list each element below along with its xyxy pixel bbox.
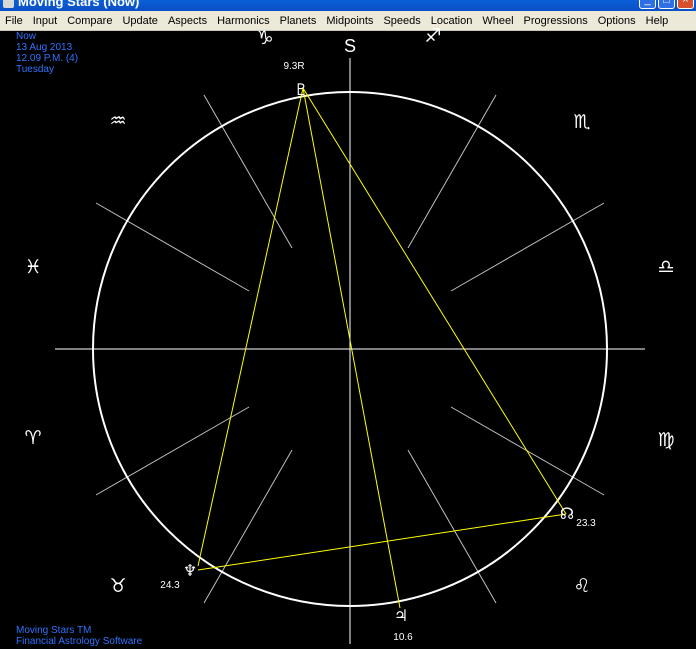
axis-label-south: S — [344, 36, 356, 56]
axes — [55, 58, 645, 644]
node-icon[interactable]: ☊ — [560, 504, 574, 523]
aspect-line-pluto-neptune — [197, 87, 304, 567]
aquarius-icon: ♒ — [109, 110, 126, 132]
chart-label: Now — [16, 31, 37, 42]
astrology-wheel[interactable]: S ♑ ♐ ♒ ♓ ♈ ♉ ♏ ♎ ♍ ♌ ♇ 9.3R ♆ 24.3 ♃ 10… — [0, 0, 696, 649]
leo-icon: ♌ — [573, 575, 590, 597]
spoke — [407, 94, 497, 249]
chart-weekday: Tuesday — [16, 64, 54, 75]
pisces-icon: ♓ — [24, 256, 41, 278]
neptune-icon[interactable]: ♆ — [183, 561, 197, 580]
libra-icon: ♎ — [657, 256, 674, 278]
pluto-position: 9.3R — [283, 61, 304, 72]
spoke — [203, 94, 293, 249]
aries-icon: ♈ — [24, 427, 41, 449]
scorpio-icon: ♏ — [573, 111, 590, 133]
pluto-icon[interactable]: ♇ — [294, 80, 308, 99]
jupiter-icon[interactable]: ♃ — [394, 606, 408, 625]
chart-date: 13 Aug 2013 — [16, 42, 73, 53]
aspect-line-neptune-node — [197, 513, 567, 571]
footer-product: Moving Stars TM — [16, 625, 92, 636]
node-position: 23.3 — [576, 518, 596, 529]
spoke — [450, 202, 605, 292]
footer-tagline: Financial Astrology Software — [16, 636, 143, 647]
sagittarius-icon: ♐ — [424, 25, 441, 47]
virgo-icon: ♍ — [657, 429, 674, 451]
neptune-position: 24.3 — [160, 580, 180, 591]
capricorn-icon: ♑ — [256, 27, 273, 49]
jupiter-position: 10.6 — [393, 632, 413, 643]
taurus-icon: ♉ — [109, 575, 126, 597]
footer-credits: Moving Stars TM Financial Astrology Soft… — [16, 625, 142, 647]
spoke — [95, 406, 250, 496]
chart-time: 12.09 P.M. (4) — [16, 53, 79, 64]
chart-info: Now 13 Aug 2013 12.09 P.M. (4) Tuesday — [16, 31, 78, 75]
spoke — [203, 449, 293, 604]
spoke — [95, 202, 250, 292]
aspect-lines — [197, 87, 567, 609]
